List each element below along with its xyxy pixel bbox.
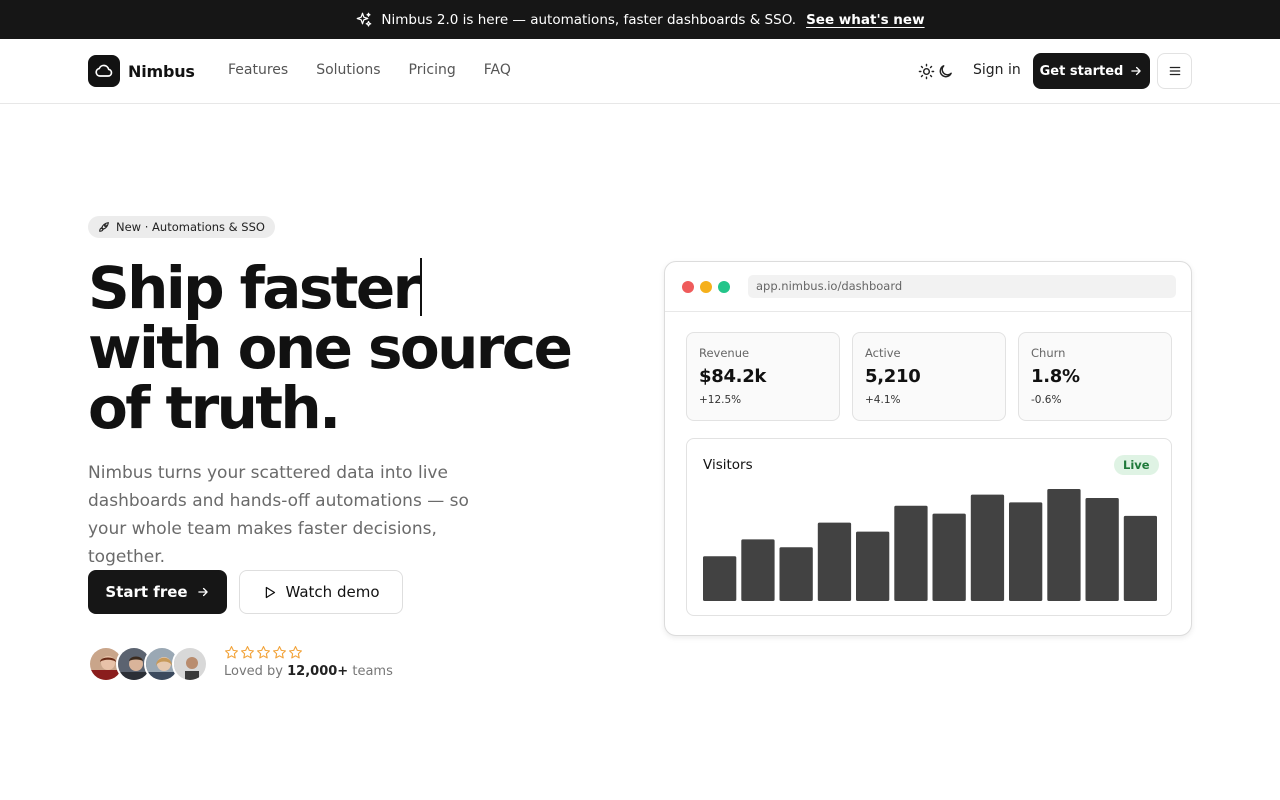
stat-value: $84.2k: [699, 366, 767, 387]
sun-icon: [918, 63, 935, 80]
chart-title: Visitors: [703, 457, 753, 473]
start-free-button[interactable]: Start free: [88, 570, 227, 614]
star-icon: [257, 646, 270, 659]
dashboard-preview: app.nimbus.io/dashboard Revenue $84.2k +…: [664, 261, 1192, 636]
visitors-bar: [1123, 515, 1157, 601]
brand-logo[interactable]: Nimbus: [88, 55, 195, 87]
arrow-right-icon: [1131, 66, 1142, 76]
arrow-right-icon: [197, 587, 208, 597]
watch-demo-button[interactable]: Watch demo: [239, 570, 403, 614]
visitors-bar: [932, 513, 966, 601]
stat-delta: +4.1%: [865, 394, 901, 406]
loved-count: 12,000+: [287, 664, 349, 679]
visitors-bar: [894, 505, 928, 601]
cloud-icon: [88, 55, 120, 87]
avatar-stack: [88, 646, 208, 682]
sparkle-icon: [355, 11, 373, 29]
top-nav: Nimbus Features Solutions Pricing FAQ Si…: [0, 39, 1280, 104]
stat-value: 5,210: [865, 366, 921, 387]
announcement-bar: Nimbus 2.0 is here — automations, faster…: [0, 0, 1280, 39]
get-started-button[interactable]: Get started: [1033, 53, 1150, 89]
live-badge: Live: [1114, 455, 1159, 475]
window-maximize-dot: [718, 281, 730, 293]
brand-name: Nimbus: [128, 61, 195, 81]
sign-in-link[interactable]: Sign in: [973, 62, 1021, 78]
nav-link-faq[interactable]: FAQ: [484, 62, 511, 78]
star-icon: [241, 646, 254, 659]
text-caret: [419, 258, 422, 316]
stat-card-active: Active 5,210 +4.1%: [852, 332, 1006, 421]
play-icon: [266, 586, 276, 598]
announcement-link[interactable]: See what's new: [806, 12, 925, 28]
start-free-label: Start free: [105, 583, 188, 601]
visitors-chart-card: Visitors Live: [686, 438, 1172, 616]
nav-links: Features Solutions Pricing FAQ: [228, 62, 511, 78]
moon-icon: [939, 65, 952, 78]
announcement-pill: New · Automations & SSO: [88, 216, 275, 238]
stat-delta: -0.6%: [1031, 394, 1062, 406]
headline-line-2: with one source of truth.: [88, 314, 573, 442]
headline-line-1: Ship faster: [88, 254, 421, 322]
stat-label: Churn: [1031, 346, 1066, 360]
announcement-text: Nimbus 2.0 is here — automations, faster…: [381, 11, 797, 28]
url-bar: app.nimbus.io/dashboard: [748, 275, 1176, 298]
nav-link-solutions[interactable]: Solutions: [316, 62, 380, 78]
stat-card-churn: Churn 1.8% -0.6%: [1018, 332, 1172, 421]
loved-prefix: Loved by: [224, 664, 283, 679]
stat-card-revenue: Revenue $84.2k +12.5%: [686, 332, 840, 421]
visitors-bar: [856, 531, 890, 601]
menu-button[interactable]: [1157, 53, 1192, 89]
window-minimize-dot: [700, 281, 712, 293]
hero-subtext: Nimbus turns your scattered data into li…: [88, 463, 469, 567]
theme-toggle[interactable]: [918, 63, 954, 80]
pill-text: New · Automations & SSO: [116, 220, 265, 234]
star-icon: [225, 646, 238, 659]
nav-link-pricing[interactable]: Pricing: [409, 62, 456, 78]
watch-demo-label: Watch demo: [285, 583, 380, 601]
visitors-bar: [1009, 502, 1043, 601]
avatar: [172, 646, 208, 682]
visitors-bar: [779, 547, 813, 601]
rating-stars: [224, 645, 303, 660]
visitors-bar: [817, 522, 852, 601]
star-icon: [289, 646, 302, 659]
stat-label: Revenue: [699, 346, 750, 360]
window-close-dot: [682, 281, 694, 293]
stat-label: Active: [865, 346, 901, 360]
star-icon: [273, 646, 286, 659]
visitors-bar: [1085, 498, 1119, 601]
nav-link-features[interactable]: Features: [228, 62, 288, 78]
stat-delta: +12.5%: [699, 394, 742, 406]
visitors-bar: [741, 539, 775, 601]
hero-headline: Ship faster with one source of truth.: [88, 258, 628, 438]
visitors-bar-chart: [703, 489, 1157, 601]
rocket-icon: [99, 221, 109, 232]
loved-suffix: teams: [352, 664, 393, 679]
get-started-label: Get started: [1039, 63, 1124, 79]
hamburger-icon: [1169, 66, 1180, 76]
visitors-bar: [970, 494, 1005, 601]
social-proof-text: Loved by 12,000+ teams: [224, 664, 393, 679]
visitors-bar: [1047, 489, 1081, 601]
stat-value: 1.8%: [1031, 366, 1080, 387]
visitors-bar: [703, 556, 737, 601]
browser-chrome: app.nimbus.io/dashboard: [665, 262, 1191, 312]
